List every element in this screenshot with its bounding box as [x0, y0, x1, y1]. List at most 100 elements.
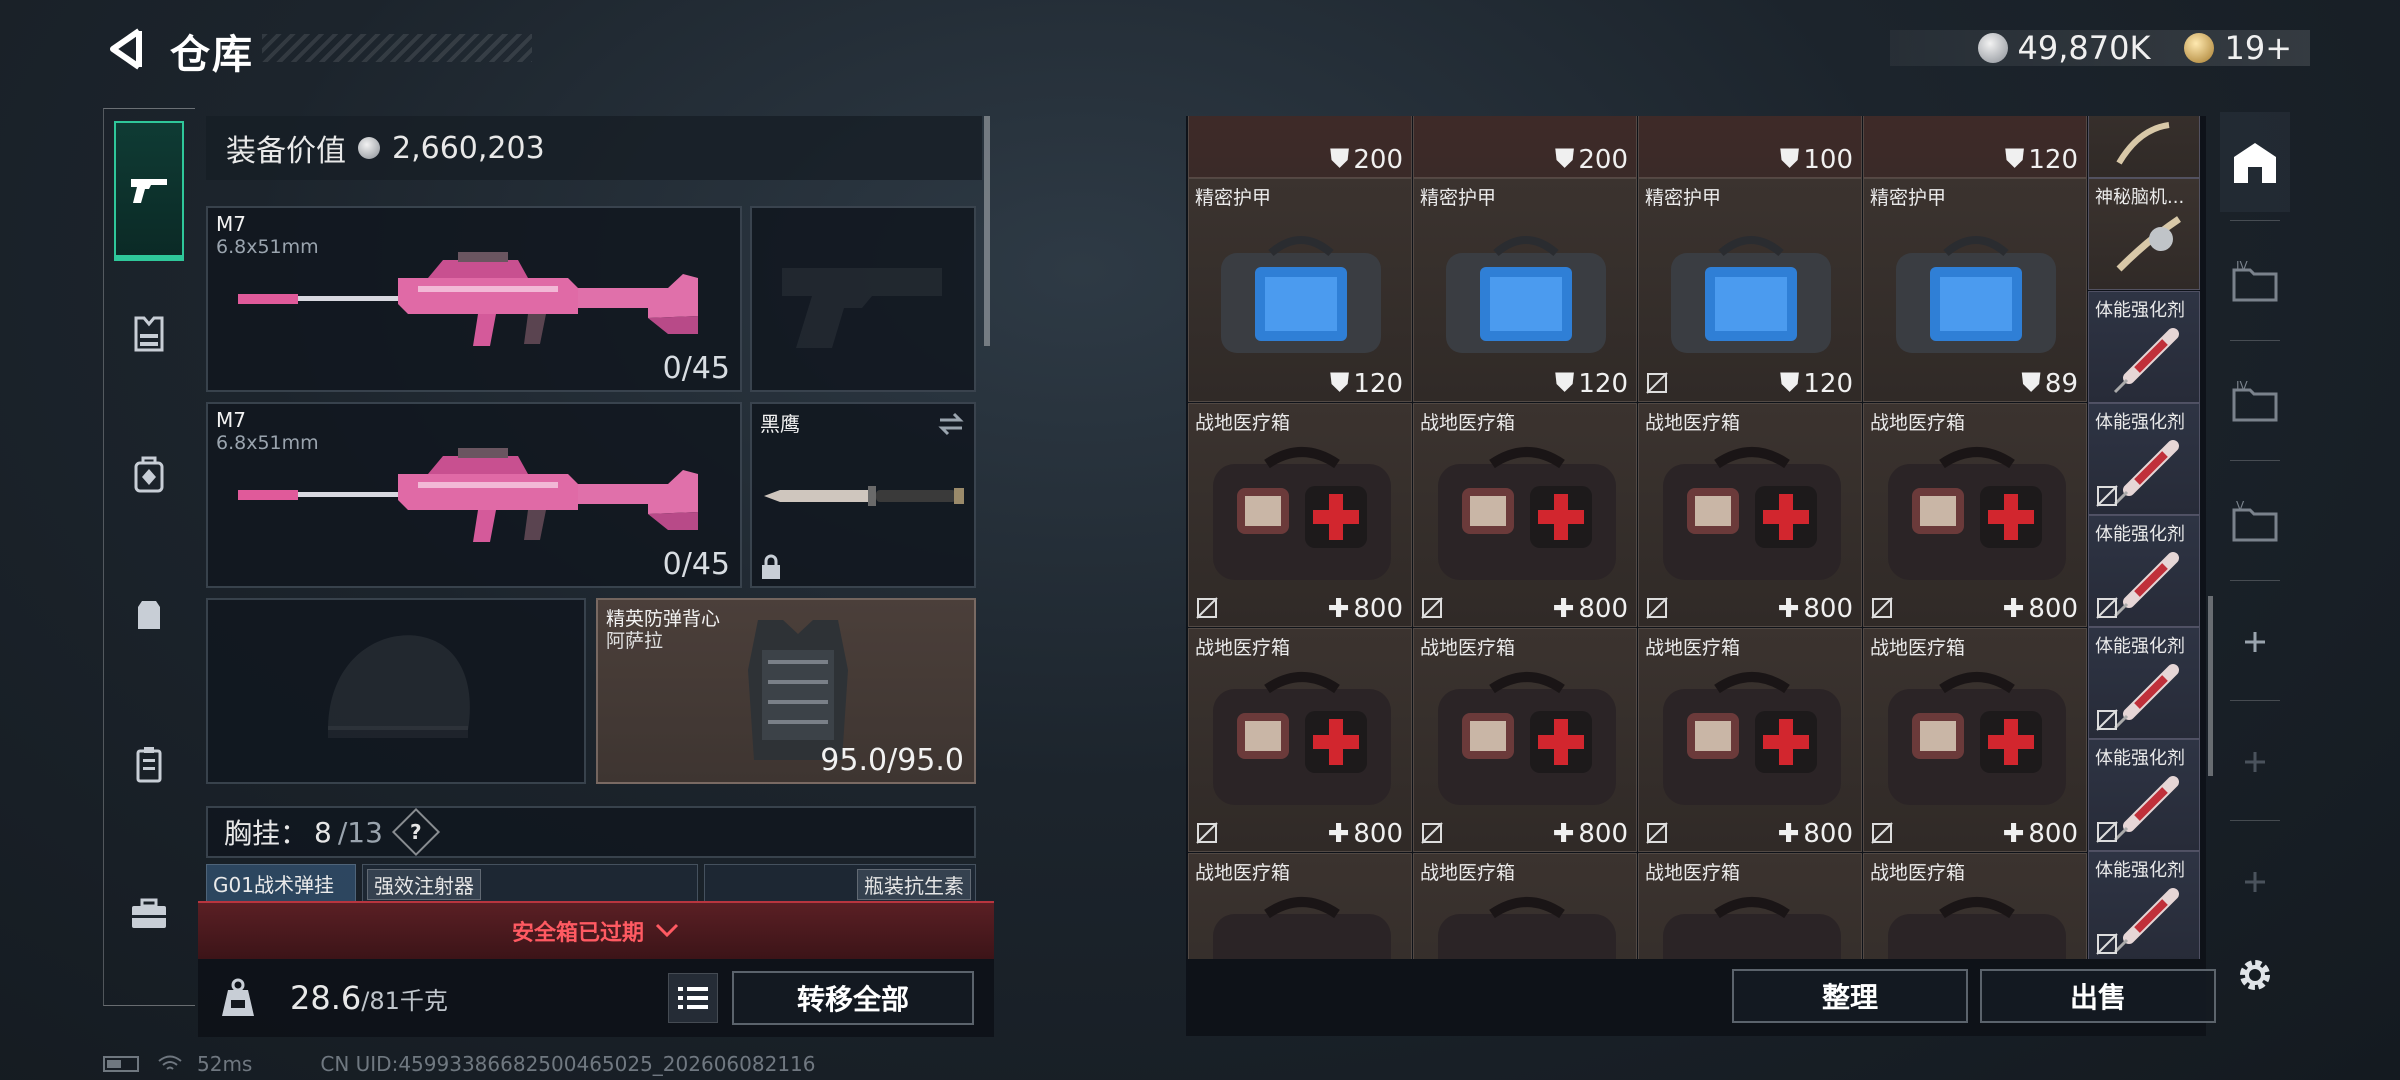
no-trade-icon — [1646, 597, 1668, 619]
settings-button[interactable] — [2230, 950, 2280, 1000]
stash-item[interactable]: 战地医疗箱 ✚ 800 — [1863, 403, 2087, 627]
stash-item[interactable]: 战地医疗箱 ✚ 800 — [1863, 628, 2087, 852]
primary-weapon-slot-1[interactable]: M7 6.8x51mm 0/45 — [206, 206, 742, 392]
armor-slot[interactable]: 精英防弹背心 阿萨拉 95.0/95.0 — [596, 598, 976, 784]
stash-item[interactable]: 战地医疗箱 — [1638, 853, 1862, 959]
stash-item[interactable]: 精密护甲 ⛊ 120 — [1188, 178, 1412, 402]
nav-weapons[interactable] — [114, 121, 184, 261]
sidearm-slot[interactable] — [750, 206, 976, 392]
stash-item[interactable]: 精密护甲 ⛊ 89 — [1863, 178, 2087, 402]
nav-pouch[interactable] — [114, 579, 184, 649]
add-tab-button[interactable] — [2220, 592, 2290, 692]
heal-plus-icon: ✚ — [2002, 819, 2025, 849]
shield-icon: ⛊ — [1554, 144, 1575, 174]
safe-box-expired-banner[interactable]: 安全箱已过期 — [198, 901, 994, 959]
plus-icon — [2245, 632, 2265, 652]
item-name: 战地医疗箱 — [1195, 862, 1291, 884]
chevron-down-icon — [655, 923, 679, 938]
melee-slot[interactable]: 黑鹰 — [750, 402, 976, 588]
stash-item-small[interactable]: 体能强化剂 — [2088, 291, 2200, 403]
no-trade-icon — [1421, 822, 1443, 844]
sort-button[interactable]: 整理 — [1732, 969, 1968, 1023]
stash-item-small[interactable]: 体能强化剂 — [2088, 627, 2200, 739]
back-button[interactable] — [100, 24, 150, 74]
brain-chip-image — [2116, 216, 2181, 272]
stash-item[interactable]: 战地医疗箱 — [1863, 853, 2087, 959]
stash-item-small[interactable]: 体能强化剂 — [2088, 403, 2200, 515]
item-value: ⛊ 120 — [1554, 368, 1628, 399]
no-trade-icon — [2096, 597, 2118, 619]
stash-tab-expansion-4b[interactable]: IV — [2220, 352, 2290, 452]
right-nav: IV IV V — [2220, 112, 2290, 1012]
nav-container[interactable] — [114, 729, 184, 799]
plus-icon — [2245, 752, 2265, 772]
stash-item[interactable]: 战地医疗箱 ✚ 800 — [1638, 628, 1862, 852]
kg-weight-icon — [216, 970, 260, 1026]
stash-item[interactable]: ⛊ 200 — [1188, 116, 1412, 178]
item-name: 战地医疗箱 — [1420, 637, 1516, 659]
rig-item-name: G01战术弹挂 — [213, 873, 334, 897]
shield-icon: ⛊ — [1779, 144, 1800, 174]
shield-icon: ⛊ — [1329, 144, 1350, 174]
shield-icon: ⛊ — [1554, 368, 1575, 398]
safe-banner-text: 安全箱已过期 — [511, 921, 644, 946]
medkit-image — [1663, 447, 1841, 580]
knife-image — [764, 486, 964, 506]
coin-icon — [1977, 33, 2008, 63]
user-uid: CN UID:4599338668250046502​5_20260608211… — [320, 1052, 816, 1076]
melee-name: 黑鹰 — [760, 412, 800, 436]
stash-item-small[interactable]: 体能强化剂 — [2088, 851, 2200, 959]
transfer-all-button[interactable]: 转移全部 — [732, 971, 974, 1025]
divider — [2230, 460, 2280, 461]
item-name: 战地医疗箱 — [1645, 862, 1741, 884]
shield-icon: ⛊ — [2004, 144, 2025, 174]
pistol-icon — [131, 179, 167, 203]
equipment-scrollbar[interactable] — [984, 116, 990, 346]
currency-premium-value[interactable]: 19+ — [2224, 29, 2292, 67]
stash-item-small[interactable]: 神秘脑机... — [2088, 178, 2200, 290]
stash-grid[interactable]: ⛊200 ⛊200 ⛊100 ⛊120 精密护甲 ⛊120 精密护甲 — [1188, 116, 2202, 959]
stash-item-small[interactable]: 体能强化剂 — [2088, 739, 2200, 851]
stash-item[interactable]: ⛊ 200 — [1413, 116, 1637, 178]
sell-button[interactable]: 出售 — [1980, 969, 2216, 1023]
item-value: ⛊ 89 — [2021, 368, 2078, 399]
stash-item[interactable]: 战地医疗箱 — [1413, 853, 1637, 959]
stash-item[interactable]: 战地医疗箱 ✚ 800 — [1413, 628, 1637, 852]
heal-plus-icon: ✚ — [2002, 594, 2025, 624]
stash-scrollbar[interactable] — [2208, 596, 2213, 776]
stash-item[interactable]: 战地医疗箱 ✚ 800 — [1188, 403, 1412, 627]
add-tab-button[interactable] — [2220, 832, 2290, 932]
armor-bag-image — [1671, 236, 1831, 353]
helmet-slot[interactable] — [206, 598, 586, 784]
stash-tab-main[interactable] — [2220, 112, 2290, 212]
item-value: ✚ 800 — [1777, 594, 1853, 624]
list-view-button[interactable] — [668, 973, 718, 1023]
stash-tab-expansion-4a[interactable]: IV — [2220, 232, 2290, 332]
stash-item[interactable]: 精密护甲 ⛊ 120 — [1638, 178, 1862, 402]
stash-item-small[interactable] — [2088, 116, 2200, 178]
nav-safe-box[interactable] — [114, 879, 184, 949]
rig-help-button[interactable]: ? — [391, 807, 440, 857]
swap-icon[interactable] — [936, 412, 966, 436]
primary-weapon-slot-2[interactable]: M7 6.8x51mm 0/45 — [206, 402, 742, 588]
heal-plus-icon: ✚ — [1777, 819, 1800, 849]
no-trade-icon — [1646, 372, 1668, 394]
stash-item[interactable]: 战地医疗箱 ✚ 800 — [1638, 403, 1862, 627]
item-name: 战地医疗箱 — [1870, 862, 1966, 884]
stash-tab-expansion-5[interactable]: V — [2220, 472, 2290, 572]
shield-icon: ⛊ — [1779, 368, 1800, 398]
stash-item[interactable]: ⛊ 100 — [1638, 116, 1862, 178]
divider — [2230, 340, 2280, 341]
stash-item-small[interactable]: 体能强化剂 — [2088, 515, 2200, 627]
medkit-image — [1213, 447, 1391, 580]
stash-item[interactable]: ⛊ 120 — [1863, 116, 2087, 178]
rifle-image — [238, 448, 698, 542]
add-tab-button[interactable] — [2220, 712, 2290, 812]
help-icon: ? — [410, 819, 422, 844]
stash-item[interactable]: 战地医疗箱 — [1188, 853, 1412, 959]
stash-item[interactable]: 战地医疗箱 ✚ 800 — [1413, 403, 1637, 627]
stash-item[interactable]: 战地医疗箱 ✚ 800 — [1188, 628, 1412, 852]
nav-armor[interactable] — [114, 299, 184, 369]
stash-item[interactable]: 精密护甲 ⛊ 120 — [1413, 178, 1637, 402]
nav-backpack[interactable] — [114, 439, 184, 509]
